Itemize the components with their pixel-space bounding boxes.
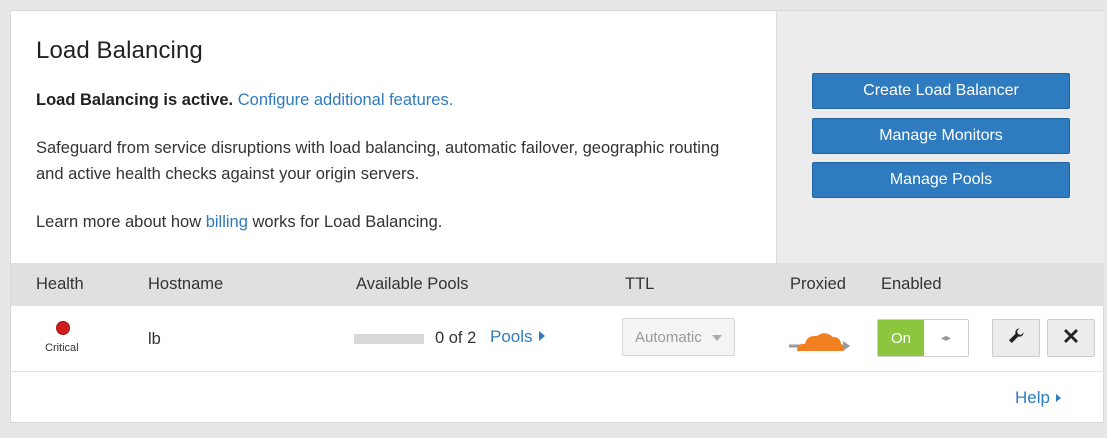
intro-panel: Load Balancing Load Balancing is active.… [11,11,776,263]
page-title: Load Balancing [36,37,203,64]
help-link-label: Help [1015,388,1050,407]
pool-count: 0 of 2 [435,329,477,347]
edit-button[interactable] [992,319,1040,357]
table-header: Health Hostname Available Pools TTL Prox… [11,263,1104,306]
ttl-select-value: Automatic [635,329,702,346]
caret-right-icon [538,331,545,341]
actions-panel: Create Load Balancer Manage Monitors Man… [776,11,1104,263]
manage-monitors-button[interactable]: Manage Monitors [812,118,1070,154]
enabled-toggle[interactable]: On ◂▸ [877,319,969,357]
help-link[interactable]: Help [1015,388,1061,408]
column-header-hostname: Hostname [148,275,224,293]
table-row: Critical lb 0 of 2 Pools Automatic On ◂▸ [11,306,1104,372]
column-header-available-pools: Available Pools [356,275,469,293]
cloud-proxied-icon[interactable] [787,326,851,358]
status-text: Load Balancing is active. [36,91,234,109]
toggle-on-label: On [878,320,924,356]
column-header-proxied: Proxied [790,275,846,293]
hostname-value: lb [148,330,161,348]
pool-availability-bar [354,334,424,344]
create-load-balancer-button[interactable]: Create Load Balancer [812,73,1070,109]
load-balancing-card: Load Balancing Load Balancing is active.… [10,10,1104,423]
delete-button[interactable] [1047,319,1095,357]
billing-link[interactable]: billing [206,213,248,231]
description-text: Safeguard from service disruptions with … [36,139,720,183]
caret-right-icon [1056,394,1061,402]
health-status-label: Critical [45,342,79,354]
ttl-select[interactable]: Automatic [622,318,735,356]
pools-link[interactable]: Pools [490,327,545,347]
column-header-health: Health [36,275,84,293]
toggle-handle-icon: ◂▸ [940,332,952,344]
column-header-ttl: TTL [625,275,655,293]
manage-pools-button[interactable]: Manage Pools [812,162,1070,198]
learn-more-prefix: Learn more about how [36,213,206,231]
health-status-dot [56,321,70,335]
pools-link-label: Pools [490,327,533,346]
learn-more-suffix: works for Load Balancing. [247,213,443,231]
status-line: Load Balancing is active. Configure addi… [36,87,751,113]
close-icon [1063,328,1079,349]
column-header-enabled: Enabled [881,275,942,293]
configure-features-link[interactable]: Configure additional features. [238,91,454,109]
learn-more-line: Learn more about how billing works for L… [36,209,751,235]
chevron-down-icon [712,335,722,341]
wrench-icon [1007,327,1025,350]
